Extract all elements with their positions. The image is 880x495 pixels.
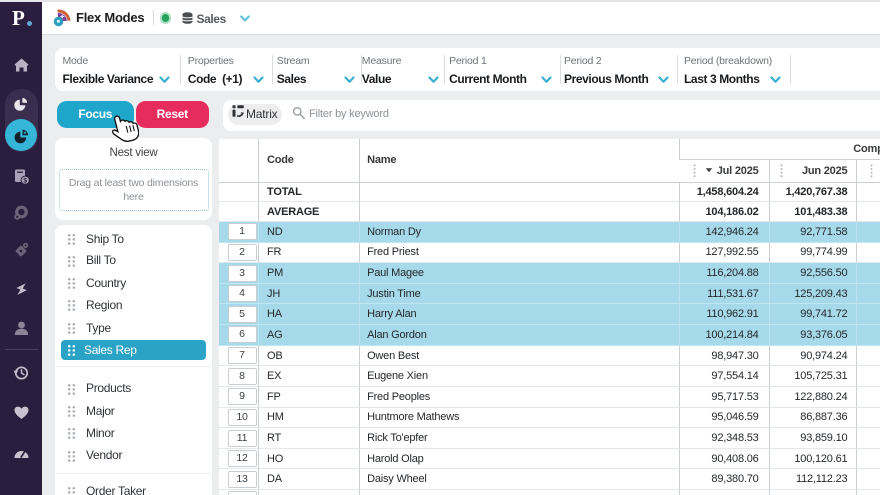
svg-text:$: $	[23, 177, 27, 184]
